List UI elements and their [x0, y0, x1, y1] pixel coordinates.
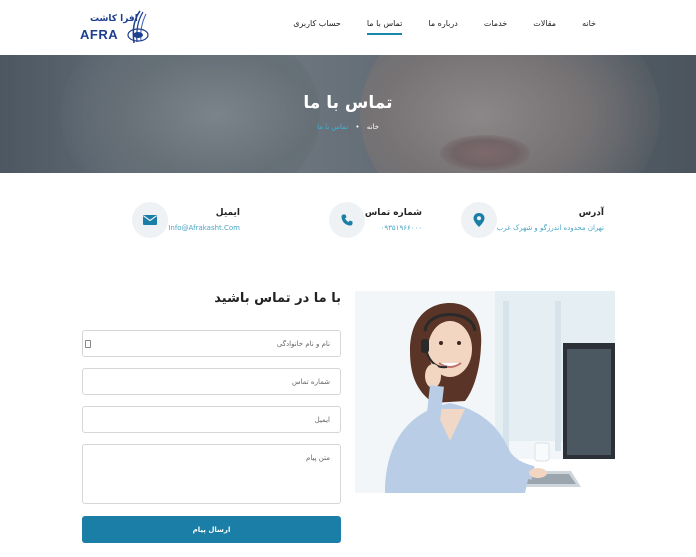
site-header: افرا کاشت AFRA خانه مقالات خدمات درباره …: [0, 0, 696, 55]
name-input[interactable]: نام و نام خانوادگی: [82, 330, 341, 357]
envelope-icon: [143, 215, 158, 225]
email-title: ایمیل: [215, 208, 240, 218]
nav-item-articles[interactable]: مقالات: [533, 19, 556, 35]
email-icon-circle: [132, 202, 169, 238]
name-placeholder: نام و نام خانوادگی: [276, 340, 330, 348]
map-pin-icon: [473, 213, 485, 227]
nav-item-home[interactable]: خانه: [582, 19, 596, 35]
phone-value[interactable]: ۰۹۳۵۱۹۶۶۰۰۰: [365, 224, 422, 232]
support-agent-illustration: [355, 291, 615, 493]
nav-item-contact[interactable]: تماس با ما: [366, 19, 403, 35]
page-title: تماس با ما: [303, 93, 393, 113]
email-input[interactable]: ایمیل: [82, 406, 341, 433]
phone-title: شماره تماس: [364, 208, 422, 218]
breadcrumb-current: تماس با ما: [317, 123, 349, 131]
breadcrumb-separator: •: [355, 123, 360, 131]
phone-icon: [341, 214, 353, 226]
contact-card-icon: [85, 340, 91, 348]
logo-latin-text: AFRA: [80, 27, 119, 42]
site-logo[interactable]: افرا کاشت AFRA: [80, 9, 150, 47]
main-nav: خانه مقالات خدمات درباره ما تماس با ما ح…: [293, 19, 596, 35]
breadcrumb: خانه • تماس با ما: [0, 123, 696, 131]
phone-icon-circle: [328, 202, 365, 238]
contact-address: آدرس تهران محدوده اندرزگو و شهرک غرب: [460, 200, 614, 240]
breadcrumb-home[interactable]: خانه: [367, 123, 379, 131]
message-textarea[interactable]: متن پیام: [82, 444, 341, 504]
hero-banner: تماس با ما خانه • تماس با ما: [0, 55, 696, 173]
message-placeholder: متن پیام: [306, 454, 330, 462]
support-agent-photo: [355, 291, 615, 493]
email-value[interactable]: Info@Afrakasht.Com: [168, 224, 240, 232]
nav-item-services[interactable]: خدمات: [484, 19, 507, 35]
address-text: آدرس تهران محدوده اندرزگو و شهرک غرب: [497, 208, 604, 232]
address-icon-circle: [460, 202, 497, 238]
logo-persian-text: افرا کاشت: [90, 14, 138, 24]
address-value: تهران محدوده اندرزگو و شهرک غرب: [496, 224, 604, 232]
contact-email: ایمیل Info@Afrakasht.Com: [132, 200, 250, 240]
phone-input[interactable]: شماره تماس: [82, 368, 341, 395]
submit-button[interactable]: ارسال پیام: [82, 516, 341, 543]
email-placeholder: ایمیل: [314, 416, 330, 424]
address-title: آدرس: [578, 208, 604, 218]
form-title: با ما در تماس باشید: [214, 291, 341, 306]
nav-item-about[interactable]: درباره ما: [428, 19, 457, 35]
contact-phone: شماره تماس ۰۹۳۵۱۹۶۶۰۰۰: [328, 200, 432, 240]
phone-placeholder: شماره تماس: [292, 378, 330, 386]
nav-item-account[interactable]: حساب کاربری: [293, 19, 341, 35]
hero-overlay: [0, 55, 696, 173]
phone-text: شماره تماس ۰۹۳۵۱۹۶۶۰۰۰: [365, 208, 422, 232]
email-text: ایمیل Info@Afrakasht.Com: [168, 208, 240, 232]
